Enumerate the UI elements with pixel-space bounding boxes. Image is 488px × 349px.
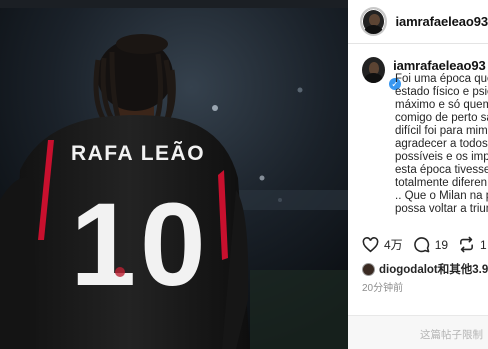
comments-restricted-notice: 这篇帖子限制 <box>420 329 483 341</box>
caption-line: esta época tivesse <box>395 164 488 176</box>
author-avatar[interactable] <box>360 7 388 36</box>
like-button[interactable]: 4万 <box>362 236 403 253</box>
post-header: iamrafaeleao93 <box>348 0 488 44</box>
caption-line: possíveis e os impo <box>395 151 488 163</box>
caption-line: agradecer a todos <box>395 138 488 150</box>
caption-line: totalmente diferen <box>395 177 488 189</box>
club-crest-icon <box>115 267 125 277</box>
jersey-name: RAFA LEÃO <box>71 142 205 165</box>
repost-count: 1 <box>480 237 487 252</box>
caption-line: máximo e só quem <box>395 99 488 111</box>
liked-by[interactable]: diogodalot和其他3.9 <box>362 261 488 277</box>
player-back-image: RAFA LEÃO 10 <box>0 0 348 349</box>
caption-avatar[interactable] <box>362 57 386 83</box>
comment-bar: 这篇帖子限制 <box>348 315 488 349</box>
caption-line: estado físico e psic <box>395 86 488 98</box>
heart-icon <box>362 236 379 252</box>
comment-button[interactable]: 19 <box>413 236 448 253</box>
repost-icon <box>460 236 473 253</box>
action-bar: 4万 19 1 <box>362 236 488 253</box>
repost-button[interactable]: 1 <box>458 236 487 253</box>
liker-avatar <box>362 262 375 276</box>
comment-icon <box>413 237 430 253</box>
caption-line: possa voltar a triun <box>395 203 488 215</box>
photo-top-strip <box>0 0 348 8</box>
caption-line: .. Que o Milan na p <box>395 190 488 202</box>
post-timestamp: 20分钟前 <box>362 283 404 294</box>
caption-line: comigo de perto sa <box>395 112 488 124</box>
comment-count: 19 <box>434 237 449 252</box>
caption-line: Foi uma época que <box>395 73 488 85</box>
header-username[interactable]: iamrafaeleao93 <box>395 14 488 29</box>
caption-username[interactable]: iamrafaeleao93 <box>393 58 486 73</box>
post-photo: RAFA LEÃO 10 <box>0 0 348 349</box>
post-details-panel: iamrafaeleao93 iamrafaeleao93✓ Foi uma é… <box>348 0 488 349</box>
jersey-number: 10 <box>70 179 209 311</box>
post-caption: Foi uma época que estado físico e psic m… <box>395 73 488 216</box>
caption-line: difícil foi para mim <box>395 125 488 137</box>
like-count: 4万 <box>384 238 403 252</box>
liked-by-text: diogodalot和其他3.9 <box>379 264 488 276</box>
